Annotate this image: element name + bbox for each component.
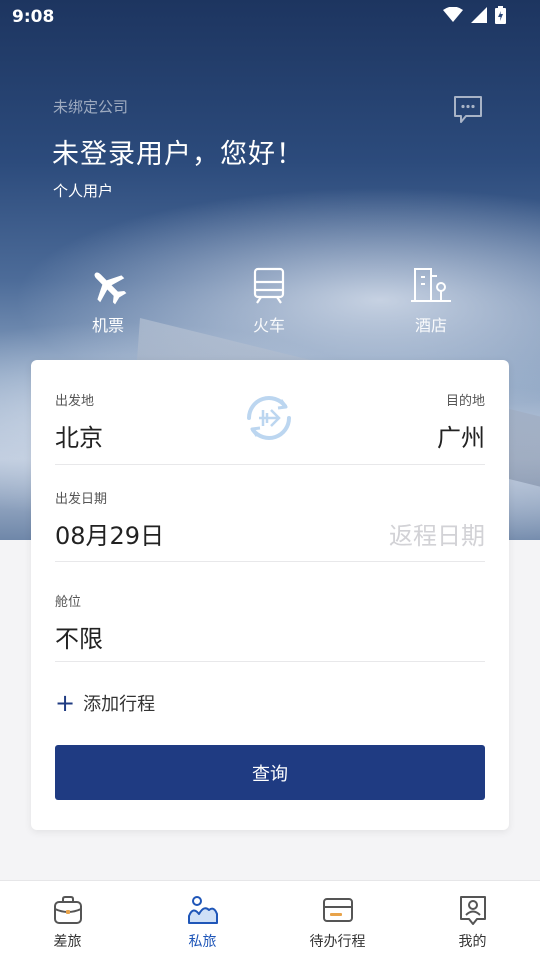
- cabin-label: 舱位: [55, 595, 82, 610]
- wifi-icon: [443, 6, 463, 27]
- nav-item-private-travel[interactable]: 私旅: [135, 881, 270, 960]
- nav-item-business-travel[interactable]: 差旅: [0, 881, 135, 960]
- hotel-icon: [411, 266, 451, 306]
- departure-date-field[interactable]: 08月29日: [55, 516, 164, 551]
- nav-item-pending-trips[interactable]: 待办行程: [270, 881, 405, 960]
- cabin-class-field[interactable]: 不限: [55, 619, 103, 654]
- departure-city-label: 出发地: [55, 394, 95, 409]
- tab-train-label: 火车: [252, 316, 285, 335]
- tab-flight[interactable]: 机票: [58, 266, 158, 336]
- departure-city-field[interactable]: 北京: [55, 418, 103, 453]
- airplane-icon: [88, 266, 128, 306]
- status-time: 9:08: [12, 7, 55, 27]
- user-type: 个人用户: [53, 182, 114, 200]
- greeting-title: 未登录用户，您好！: [52, 139, 304, 170]
- card-icon: [321, 893, 355, 927]
- nav-label-private-travel: 私旅: [188, 934, 217, 950]
- departure-date-label: 出发日期: [55, 492, 108, 507]
- tab-flight-label: 机票: [91, 316, 124, 335]
- nav-item-profile[interactable]: 我的: [405, 881, 540, 960]
- nav-label-pending-trips: 待办行程: [309, 934, 366, 950]
- briefcase-icon: [51, 893, 85, 927]
- status-bar: 9:08: [0, 0, 540, 34]
- tab-hotel[interactable]: 酒店: [381, 266, 481, 336]
- chat-bubble-icon[interactable]: [452, 94, 484, 126]
- mountain-user-icon: [186, 893, 220, 927]
- return-date-field[interactable]: 返程日期: [389, 516, 485, 551]
- profile-icon: [456, 893, 490, 927]
- tab-train[interactable]: 火车: [219, 266, 319, 336]
- add-trip-button[interactable]: + 添加行程: [55, 690, 155, 716]
- signal-icon: [471, 7, 487, 27]
- swap-route-icon[interactable]: [237, 386, 301, 450]
- status-icons: [443, 6, 506, 28]
- query-button[interactable]: 查询: [55, 745, 485, 800]
- destination-city-label: 目的地: [445, 394, 485, 409]
- company-name: 未绑定公司: [53, 98, 129, 116]
- add-trip-label: 添加行程: [83, 694, 156, 715]
- plus-icon: +: [55, 689, 76, 717]
- battery-charging-icon: [495, 6, 506, 28]
- divider: [55, 561, 485, 562]
- train-icon: [249, 266, 289, 306]
- nav-label-profile: 我的: [458, 934, 487, 950]
- destination-city-field[interactable]: 广州: [437, 418, 485, 453]
- tab-hotel-label: 酒店: [414, 316, 447, 335]
- divider: [55, 464, 485, 465]
- divider: [55, 661, 485, 662]
- flight-search-card: 出发地 北京 目的地 广州 出发日期 08月29日 返程日期 舱位 不限 + 添…: [31, 360, 509, 830]
- nav-label-business-travel: 差旅: [53, 934, 82, 950]
- bottom-navigation: 差旅 私旅 待办行程 我的: [0, 880, 540, 960]
